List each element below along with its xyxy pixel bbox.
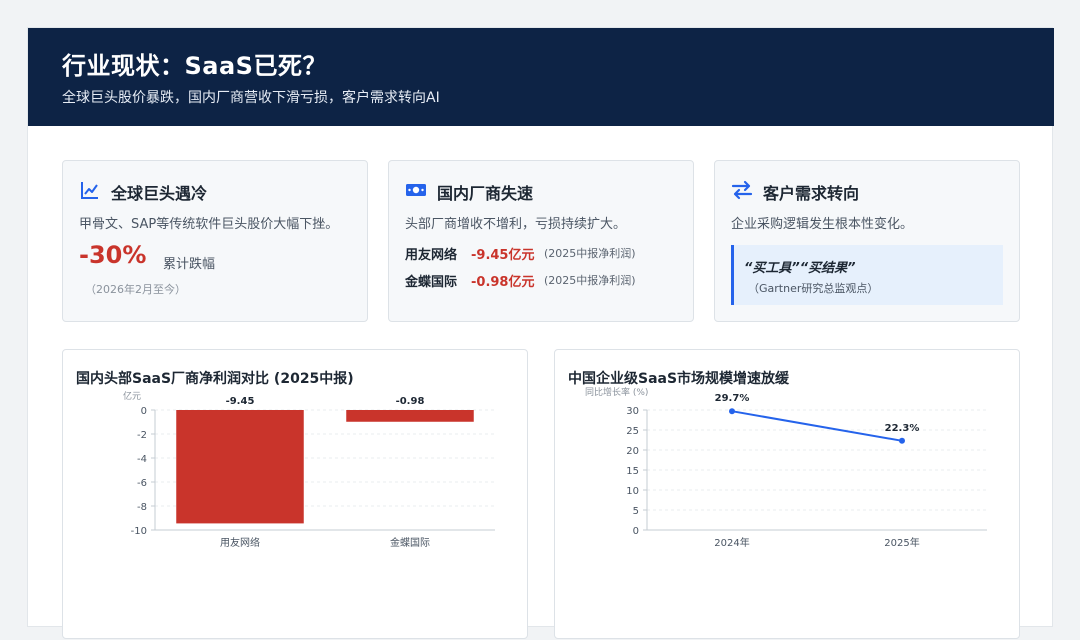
slide: 行业现状：SaaS已死？ 全球巨头股价暴跌，国内厂商营收下滑亏损，客户需求转向A… bbox=[27, 27, 1054, 639]
card-global-giants: 全球巨头遇冷 甲骨文、SAP等传统软件巨头股价大幅下挫。 -30% 累计跌幅 （… bbox=[62, 160, 368, 322]
y-tick-label: -4 bbox=[137, 454, 147, 465]
card-title: 客户需求转向 bbox=[763, 184, 860, 203]
page-subtitle: 全球巨头股价暴跌，国内厂商营收下滑亏损，客户需求转向AI bbox=[62, 90, 440, 106]
vendor-profit: -0.98亿元 bbox=[471, 275, 535, 290]
y-tick-label: -6 bbox=[137, 478, 147, 489]
bar bbox=[346, 410, 474, 422]
bar-chart: 亿元0 -2 -4 -6 -8 -10 -9.45 用友网络 -0.98 金蝶国际 bbox=[123, 390, 495, 549]
y-tick-label: -10 bbox=[131, 526, 147, 537]
data-label: -0.98 bbox=[396, 396, 425, 407]
y-tick-label: 0 bbox=[633, 526, 639, 537]
y-tick-label: 30 bbox=[626, 406, 639, 417]
card-description: 头部厂商增收不增利，亏损持续扩大。 bbox=[405, 217, 627, 232]
vendor-name: 用友网络 bbox=[405, 248, 458, 263]
card-description: 甲骨文、SAP等传统软件巨头股价大幅下挫。 bbox=[79, 217, 339, 232]
data-label: -9.45 bbox=[226, 396, 255, 407]
decline-label: 累计跌幅 bbox=[163, 257, 216, 272]
swap-arrows-icon bbox=[731, 180, 753, 200]
decline-value: -30% bbox=[79, 241, 147, 269]
y-axis-label: 亿元 bbox=[123, 390, 141, 402]
card-title: 国内厂商失速 bbox=[437, 184, 534, 203]
y-axis-label: 同比增长率 (%) bbox=[585, 386, 648, 398]
header-banner: 行业现状：SaaS已死？ 全球巨头股价暴跌，国内厂商营收下滑亏损，客户需求转向A… bbox=[28, 28, 1054, 126]
data-label: 22.3% bbox=[885, 423, 920, 434]
quote-box: “买工具”“买结果” （Gartner研究总监观点） bbox=[731, 245, 1003, 305]
vendor-source: (2025中报净利润) bbox=[544, 274, 636, 287]
y-tick-label: 0 bbox=[141, 406, 147, 417]
y-tick-label: 25 bbox=[626, 426, 639, 437]
card-domestic-vendors: 国内厂商失速 头部厂商增收不增利，亏损持续扩大。 用友网络 -9.45亿元 (2… bbox=[388, 160, 694, 322]
vendor-profit: -9.45亿元 bbox=[471, 248, 535, 263]
card-demand-shift: 客户需求转向 企业采购逻辑发生根本性变化。 “买工具”“买结果” （Gartne… bbox=[714, 160, 1020, 322]
series-line bbox=[731, 410, 903, 442]
period-note: （2026年2月至今） bbox=[85, 283, 186, 296]
y-tick-label: 20 bbox=[626, 446, 639, 457]
quote-source: （Gartner研究总监观点） bbox=[748, 282, 879, 295]
money-icon bbox=[406, 184, 426, 196]
line-chart: 同比增长率 (%) 30 25 20 15 10 5 0 29.7% 2024年 22.3% 2025… bbox=[585, 386, 987, 549]
y-tick-label: 10 bbox=[626, 486, 639, 497]
y-tick-label: 5 bbox=[633, 506, 639, 517]
chart-card-market-growth: 中国企业级SaaS市场规模增速放缓 同比增长率 (%) 30 25 20 15 10 5 0 2… bbox=[554, 349, 1020, 639]
y-tick-label: -2 bbox=[137, 430, 147, 441]
y-tick-label: 15 bbox=[626, 466, 639, 477]
quote-text: “买工具”“买结果” bbox=[744, 261, 856, 276]
chart-card-net-profit: 国内头部SaaS厂商净利润对比 (2025中报) 亿元 0 -2 -4 -6 -8 -10-… bbox=[62, 349, 528, 639]
card-title: 全球巨头遇冷 bbox=[111, 184, 208, 203]
data-point bbox=[729, 408, 735, 415]
bar bbox=[176, 410, 304, 524]
x-tick-label: 2024年 bbox=[714, 536, 749, 549]
vendor-name: 金蝶国际 bbox=[405, 275, 458, 290]
data-label: 29.7% bbox=[715, 393, 750, 404]
vendor-source: (2025中报净利润) bbox=[544, 247, 636, 260]
data-point bbox=[899, 437, 905, 444]
x-tick-label: 2025年 bbox=[884, 536, 919, 549]
line-chart-icon bbox=[81, 182, 98, 199]
x-tick-label: 金蝶国际 bbox=[390, 536, 430, 549]
card-description: 企业采购逻辑发生根本性变化。 bbox=[731, 217, 914, 232]
page-title: 行业现状：SaaS已死？ bbox=[62, 52, 327, 80]
x-tick-label: 用友网络 bbox=[220, 536, 260, 549]
y-tick-label: -8 bbox=[137, 502, 147, 513]
